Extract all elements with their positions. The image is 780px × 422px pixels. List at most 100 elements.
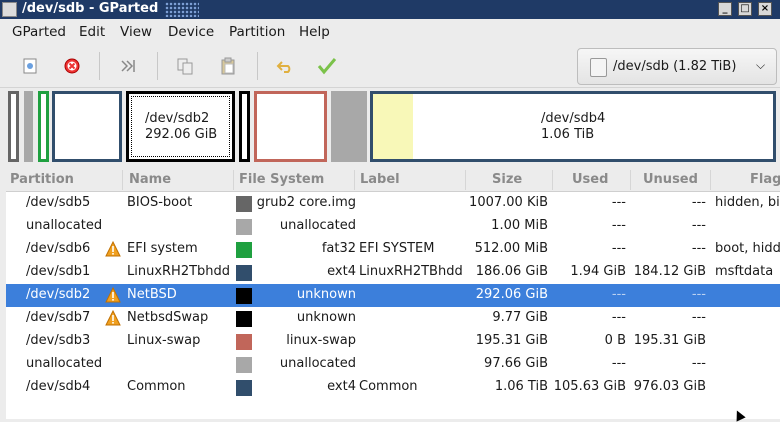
menu-help[interactable]: Help [299,24,330,40]
window-titlebar[interactable]: /dev/sdb - GParted _ □ × [0,0,780,19]
col-partition[interactable]: Partition [10,172,74,187]
cell-name: Common [127,379,186,394]
column-divider[interactable] [630,170,631,190]
cell-unused: --- [691,218,706,233]
col-label[interactable]: Label [360,172,400,187]
col-filesystem[interactable]: File System [239,172,324,187]
maximize-button[interactable]: □ [738,2,752,16]
diskmap-unallocated-small[interactable] [24,91,33,162]
table-row[interactable]: /dev/sdb7 NetbsdSwap unknown 9.77 GiB --- --- [6,307,780,330]
paste-icon [221,57,235,75]
col-name[interactable]: Name [129,172,171,187]
cell-filesystem: fat32 [321,241,356,256]
table-row[interactable]: unallocated unallocated 97.66 GiB --- --- [6,353,780,376]
cell-size: 186.06 GiB [475,264,548,279]
cell-size: 97.66 GiB [484,356,548,371]
column-divider[interactable] [233,170,234,190]
cell-size: 292.06 GiB [475,287,548,302]
column-divider[interactable] [122,170,123,190]
table-row[interactable]: unallocated unallocated 1.00 MiB --- --- [6,215,780,238]
cell-unused: --- [691,241,706,256]
col-size[interactable]: Size [492,172,522,187]
diskmap-sdb4-name: /dev/sdb4 [541,111,606,126]
apply-button[interactable] [315,54,339,78]
cell-filesystem: linux-swap [286,333,356,348]
minimize-button[interactable]: _ [718,2,732,16]
toolbar-separator [99,52,100,80]
filesystem-color-swatch [236,311,252,327]
cell-partition: /dev/sdb2 [26,287,91,302]
partition-table: Partition Name File System Label Size Us… [6,168,780,419]
filesystem-color-swatch [236,265,252,281]
copy-button[interactable] [173,54,197,78]
diskmap-sdb2[interactable]: /dev/sdb2 292.06 GiB [126,91,235,162]
diskmap-sdb6[interactable] [38,91,49,162]
toolbar-separator [157,52,158,80]
filesystem-color-swatch [236,288,252,304]
warning-icon[interactable] [105,310,121,326]
cell-size: 1.00 MiB [491,218,548,233]
cell-name: NetBSD [127,287,177,302]
toolbar-separator [257,52,258,80]
filesystem-color-swatch [236,242,252,258]
titlebar-grip [165,2,199,17]
delete-partition-button[interactable] [60,54,84,78]
menu-gparted[interactable]: GParted [12,24,66,40]
menu-device[interactable]: Device [168,24,214,40]
maximize-icon: □ [740,3,750,14]
cell-used: --- [611,356,626,371]
column-divider[interactable] [710,170,711,190]
cell-flags: boot, hidden, esp [715,241,780,256]
cell-label: LinuxRH2TBhdd [359,264,463,279]
cell-name: Linux-swap [127,333,201,348]
cell-used: --- [611,287,626,302]
warning-icon[interactable] [105,241,121,257]
delete-icon [64,58,80,74]
diskmap-sdb4[interactable]: /dev/sdb4 1.06 TiB [370,91,776,162]
col-flags[interactable]: Flags [750,172,780,187]
paste-button[interactable] [216,54,240,78]
table-row[interactable]: /dev/sdb1 LinuxRH2Tbhdd ext4 LinuxRH2TBhdd 1… [6,261,780,284]
diskmap-sdb2-name: /dev/sdb2 [145,111,210,126]
device-selector[interactable]: /dev/sdb (1.82 TiB) ⌵ [577,48,777,85]
table-row[interactable]: /dev/sdb3 Linux-swap linux-swap 195.31 GiB 0… [6,330,780,353]
apply-check-icon [317,58,337,75]
cell-unused: --- [691,195,706,210]
filesystem-color-swatch [236,357,252,373]
menu-view[interactable]: View [120,24,152,40]
cell-used: --- [611,195,626,210]
diskmap-sdb5[interactable] [8,91,19,162]
column-divider[interactable] [552,170,553,190]
cell-partition: /dev/sdb4 [26,379,91,394]
diskmap-sdb7[interactable] [239,91,250,162]
table-row[interactable]: /dev/sdb2 NetBSD unknown 292.06 GiB --- --- [6,284,780,307]
app-icon [2,2,17,17]
table-row[interactable]: /dev/sdb5 BIOS-boot grub2 core.img 1007.00 … [6,192,780,215]
cell-partition: /dev/sdb7 [26,310,91,325]
copy-icon [177,58,193,75]
resize-move-button[interactable] [116,54,140,78]
diskmap-sdb1[interactable] [52,91,122,162]
cell-unused: --- [691,356,706,371]
diskmap-unallocated-large[interactable] [331,91,367,162]
cell-flags: hidden, bios_grub [715,195,780,210]
warning-icon[interactable] [105,287,121,303]
diskmap-sdb3[interactable] [254,91,327,162]
table-row[interactable]: /dev/sdb6 EFI system fat32 EFI SYSTEM 512.00… [6,238,780,261]
table-row[interactable]: /dev/sdb4 Common ext4 Common 1.06 TiB 105.63 … [6,376,780,399]
column-divider[interactable] [465,170,466,190]
new-partition-button[interactable] [18,54,42,78]
col-unused[interactable]: Unused [643,172,698,187]
new-partition-icon [23,58,37,74]
column-divider[interactable] [354,170,355,190]
cell-label: EFI SYSTEM [359,241,435,256]
close-button[interactable]: × [758,2,772,16]
menu-edit[interactable]: Edit [79,24,105,40]
undo-button[interactable] [273,54,297,78]
cell-used: 105.63 GiB [553,379,626,394]
cell-filesystem: unallocated [279,218,356,233]
menubar: GParted Edit View Device Partition Help [0,20,780,44]
window-title: /dev/sdb - GParted [22,1,159,16]
col-used[interactable]: Used [572,172,608,187]
menu-partition[interactable]: Partition [229,24,285,40]
